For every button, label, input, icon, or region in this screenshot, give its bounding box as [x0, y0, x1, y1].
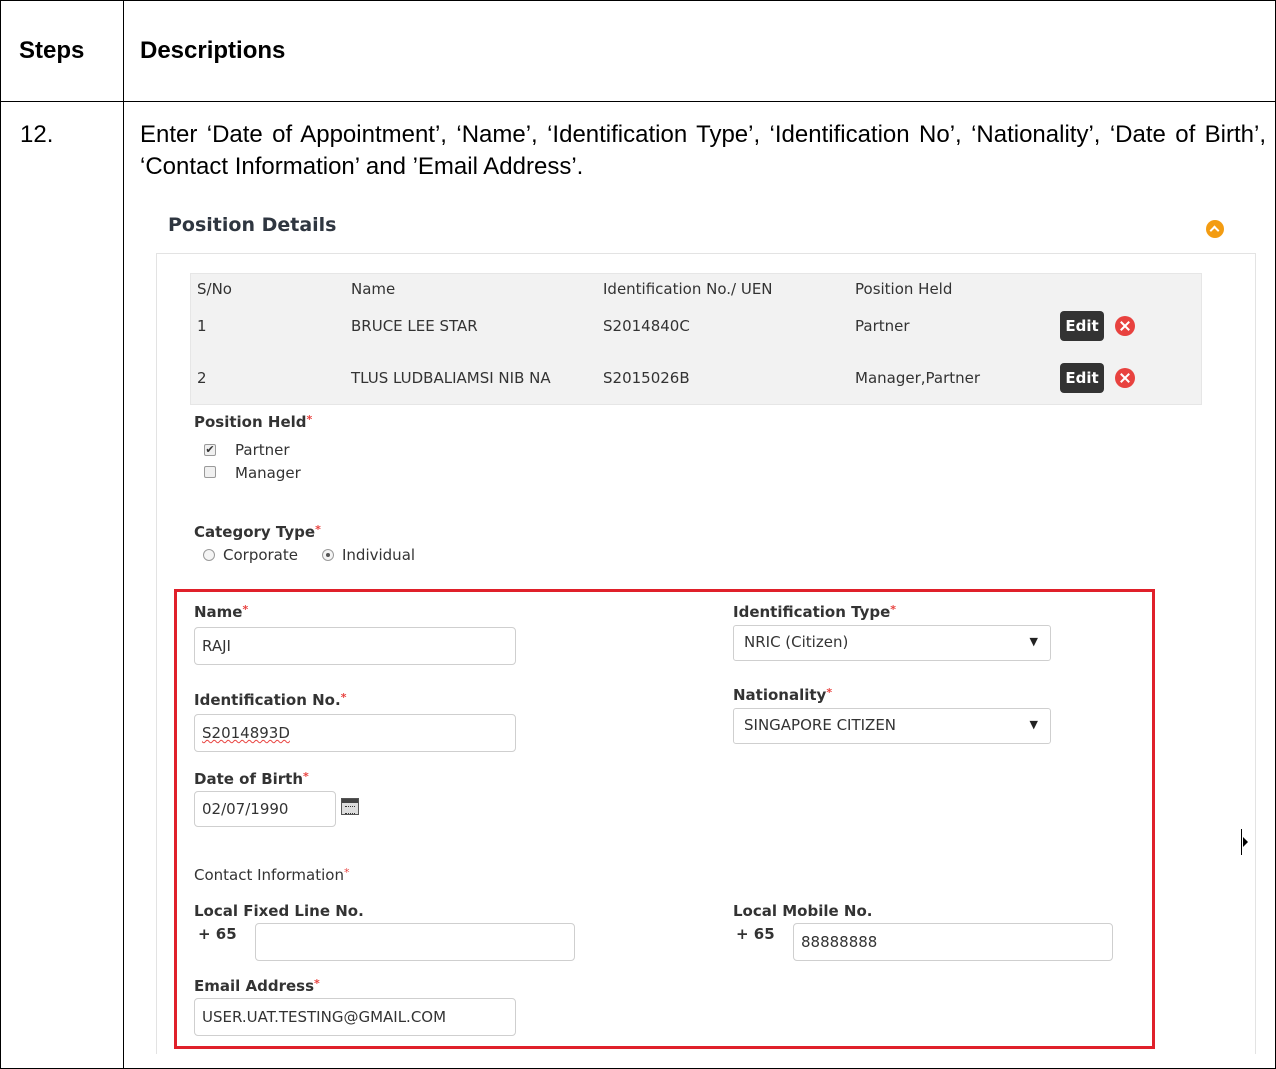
category-type-label: Category Type*	[194, 523, 321, 541]
col-header-id: Identification No./ UEN	[603, 280, 773, 298]
positions-table: S/No Name Identification No./ UEN Positi…	[190, 273, 1202, 405]
local-mobile-input[interactable]: 88888888	[793, 923, 1113, 961]
name-input[interactable]: RAJI	[194, 627, 516, 665]
scroll-arrow-icon[interactable]	[1241, 829, 1249, 855]
email-address-label: Email Address*	[194, 977, 320, 995]
header-descriptions: Descriptions	[140, 37, 286, 64]
name-label: Name*	[194, 603, 249, 621]
cell-name: BRUCE LEE STAR	[351, 317, 478, 335]
contact-information-label: Contact Information*	[194, 866, 350, 884]
edit-button[interactable]: Edit	[1060, 363, 1104, 393]
steps-table: Steps Descriptions 12. Enter ‘Date of Ap…	[0, 0, 1276, 1069]
col-header-position: Position Held	[855, 280, 953, 298]
cell-sno: 2	[197, 369, 207, 387]
manager-option-label: Manager	[235, 464, 301, 482]
position-details-screenshot: Position Details S/No Name Identificatio…	[148, 201, 1260, 1054]
cell-id: S2014840C	[603, 317, 690, 335]
fixed-line-prefix: + 65	[198, 925, 237, 943]
nationality-label: Nationality*	[733, 686, 833, 704]
position-held-label: Position Held*	[194, 413, 313, 431]
calendar-icon[interactable]	[341, 798, 359, 815]
header-steps: Steps	[19, 37, 85, 64]
cell-position: Manager,Partner	[855, 369, 981, 387]
delete-icon[interactable]	[1115, 316, 1135, 336]
chevron-up-icon[interactable]	[1206, 220, 1224, 238]
identification-type-select[interactable]: NRIC (Citizen) ▼	[733, 625, 1051, 661]
date-of-birth-input[interactable]: 02/07/1990	[194, 791, 336, 827]
cell-name: TLUS LUDBALIAMSI NIB NA	[351, 369, 551, 387]
dropdown-arrow-icon: ▼	[1029, 635, 1038, 648]
cell-sno: 1	[197, 317, 207, 335]
nationality-value: SINGAPORE CITIZEN	[744, 716, 897, 734]
dropdown-arrow-icon: ▼	[1029, 718, 1038, 731]
col-header-sno: S/No	[197, 280, 232, 298]
delete-icon[interactable]	[1115, 368, 1135, 388]
partner-checkbox[interactable]: ✔	[204, 444, 216, 456]
identification-type-label: Identification Type*	[733, 603, 897, 621]
header-divider	[1, 101, 1275, 102]
local-fixed-line-label: Local Fixed Line No.	[194, 902, 364, 920]
mobile-prefix: + 65	[736, 925, 775, 943]
cell-position: Partner	[855, 317, 910, 335]
nationality-select[interactable]: SINGAPORE CITIZEN ▼	[733, 708, 1051, 744]
corporate-option-label: Corporate	[223, 546, 298, 564]
identification-no-input[interactable]: S2014893D	[194, 714, 516, 752]
manager-checkbox[interactable]	[204, 466, 216, 478]
local-fixed-line-input[interactable]	[255, 923, 575, 961]
col-header-name: Name	[351, 280, 396, 298]
step-description: Enter ‘Date of Appointment’, ‘Name’, ‘Id…	[140, 121, 1266, 180]
individual-radio[interactable]	[322, 549, 334, 561]
individual-option-label: Individual	[342, 546, 416, 564]
step-number: 12.	[20, 121, 54, 148]
edit-button[interactable]: Edit	[1060, 311, 1104, 341]
identification-no-value: S2014893D	[202, 724, 290, 742]
date-of-birth-label: Date of Birth*	[194, 770, 309, 788]
section-title: Position Details	[168, 214, 337, 236]
local-mobile-label: Local Mobile No.	[733, 902, 873, 920]
identification-no-label: Identification No.*	[194, 691, 347, 709]
column-divider	[123, 1, 124, 1068]
identification-type-value: NRIC (Citizen)	[744, 633, 849, 651]
cell-id: S2015026B	[603, 369, 690, 387]
partner-option-label: Partner	[235, 441, 290, 459]
corporate-radio[interactable]	[203, 549, 215, 561]
email-address-input[interactable]: USER.UAT.TESTING@GMAIL.COM	[194, 998, 516, 1036]
